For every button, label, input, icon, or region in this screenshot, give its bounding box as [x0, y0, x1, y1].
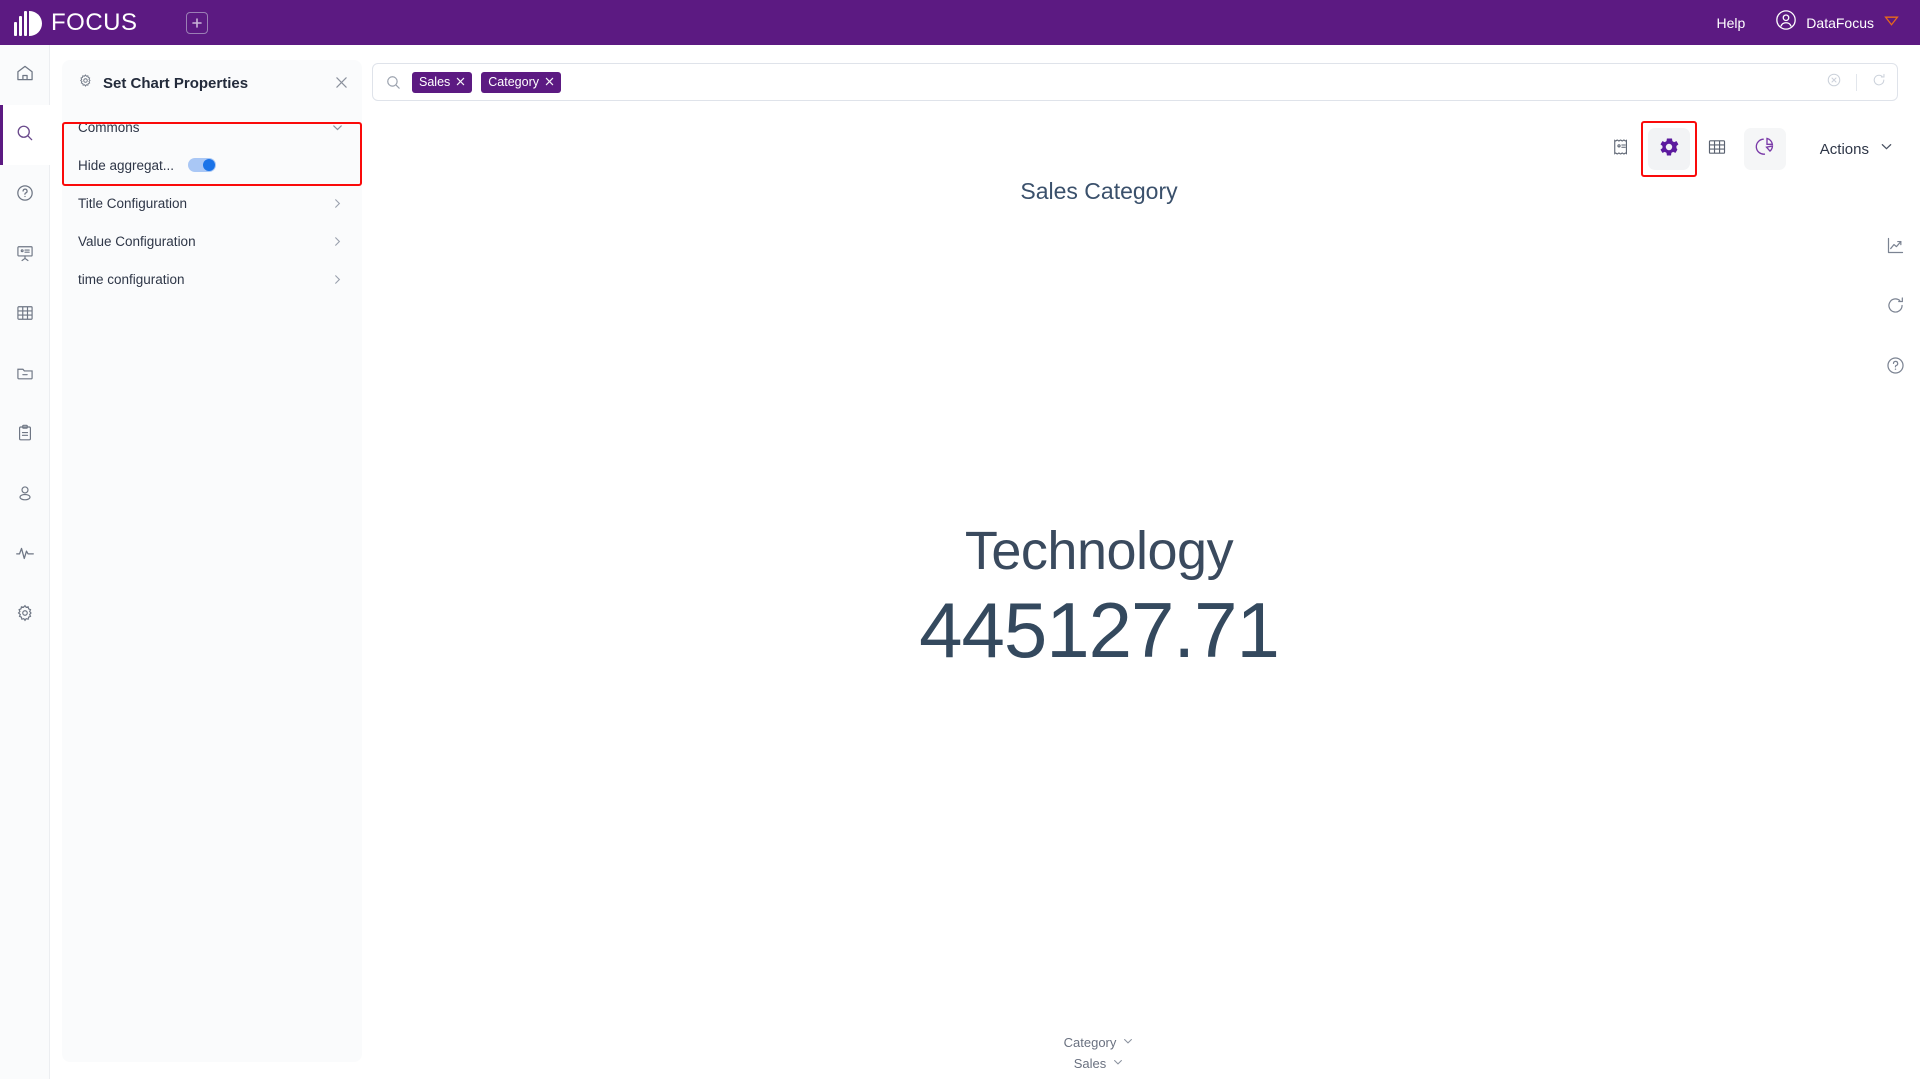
left-rail	[0, 45, 50, 1079]
user-circle-icon	[1775, 9, 1797, 36]
search-bar[interactable]: Sales Category	[372, 63, 1898, 101]
table-grid-icon	[15, 303, 35, 328]
legend-item-sales[interactable]: Sales	[1074, 1056, 1125, 1071]
clipboard-icon	[15, 423, 35, 448]
actions-button[interactable]: Actions	[1820, 139, 1894, 159]
search-chip-category[interactable]: Category	[481, 71, 562, 93]
search-chip-sales-label: Sales	[419, 75, 451, 89]
section-time-configuration-label: time configuration	[78, 271, 185, 287]
clear-circle-icon[interactable]	[1826, 72, 1842, 93]
sidebar-item-home[interactable]	[0, 45, 50, 105]
chart-toolbar: Actions	[1600, 121, 1898, 177]
chevron-right-icon	[331, 273, 344, 286]
section-title-configuration[interactable]: Title Configuration	[62, 184, 362, 222]
section-value-configuration[interactable]: Value Configuration	[62, 222, 362, 260]
close-icon[interactable]	[545, 75, 554, 89]
account-menu[interactable]: DataFocus	[1775, 9, 1900, 36]
sidebar-item-search[interactable]	[0, 105, 50, 165]
chevron-down-icon	[1879, 139, 1894, 159]
toggle-knob	[203, 159, 216, 171]
tool-table-button[interactable]	[1696, 128, 1738, 170]
section-value-configuration-label: Value Configuration	[78, 233, 196, 249]
properties-panel-body: Commons Hide aggregat... Title Configura…	[62, 106, 362, 298]
chevron-down-icon	[1112, 1056, 1124, 1071]
section-commons-label: Commons	[78, 119, 140, 135]
page-title: Set Chart Properties	[103, 74, 249, 92]
brand-logo[interactable]: FOCUS	[14, 9, 138, 37]
pie-chart-icon	[1753, 135, 1776, 163]
section-title-configuration-label: Title Configuration	[78, 195, 188, 211]
set-chart-properties-panel: Set Chart Properties Commons Hide aggreg…	[62, 60, 362, 1062]
folder-minus-icon	[15, 363, 35, 388]
question-circle-icon[interactable]	[1885, 355, 1906, 376]
tool-chart-type-button[interactable]	[1743, 128, 1786, 170]
tool-formula-button[interactable]	[1600, 128, 1642, 170]
sidebar-item-presentation[interactable]	[0, 225, 50, 285]
sidebar-item-settings[interactable]	[0, 585, 50, 645]
chevron-down-icon	[331, 121, 344, 134]
formula-icon	[1611, 137, 1631, 162]
gear-icon	[1657, 135, 1681, 164]
chevron-right-icon	[331, 197, 344, 210]
sidebar-item-monitor[interactable]	[0, 525, 50, 585]
search-icon	[385, 74, 402, 91]
help-link[interactable]: Help	[1717, 15, 1746, 31]
account-name: DataFocus	[1806, 14, 1874, 31]
top-bar: FOCUS Help DataFocus	[0, 0, 1920, 45]
trend-chart-icon[interactable]	[1885, 235, 1906, 256]
search-chips: Sales Category	[412, 71, 562, 93]
right-float-toolbar	[1885, 235, 1906, 376]
section-time-configuration[interactable]: time configuration	[62, 260, 362, 298]
close-icon[interactable]	[456, 75, 465, 89]
user-icon	[15, 483, 35, 508]
kpi-value: 445127.71	[919, 586, 1280, 675]
presentation-icon	[15, 243, 35, 268]
section-commons[interactable]: Commons	[62, 108, 362, 146]
legend-item-category-label: Category	[1063, 1035, 1117, 1050]
sidebar-item-user[interactable]	[0, 465, 50, 525]
chevron-down-icon	[1122, 1035, 1134, 1050]
refresh-icon[interactable]	[1871, 72, 1887, 93]
focus-logo-icon	[14, 10, 42, 36]
diamond-badge-icon	[1883, 12, 1900, 34]
plus-square-icon[interactable]	[185, 11, 208, 34]
home-icon	[15, 63, 35, 88]
search-chip-category-label: Category	[488, 75, 540, 89]
chart-title: Sales Category	[1020, 178, 1178, 204]
refresh-icon[interactable]	[1885, 295, 1906, 316]
legend-item-sales-label: Sales	[1073, 1056, 1107, 1071]
kpi-card: Technology 445127.71	[374, 520, 1824, 676]
search-bar-actions	[1826, 72, 1887, 93]
sidebar-item-help[interactable]	[0, 165, 50, 225]
search-chip-sales[interactable]: Sales	[412, 71, 473, 93]
brand-name: FOCUS	[51, 8, 138, 36]
gear-icon	[78, 73, 93, 93]
search-icon	[15, 123, 35, 148]
sidebar-item-table[interactable]	[0, 285, 50, 345]
close-icon[interactable]	[335, 75, 348, 92]
sidebar-item-clipboard[interactable]	[0, 405, 50, 465]
divider	[1856, 73, 1857, 91]
legend-item-category[interactable]: Category	[1064, 1035, 1135, 1050]
tool-settings-button[interactable]	[1647, 128, 1690, 170]
hide-aggregate-toggle[interactable]	[188, 158, 217, 172]
sidebar-item-folder[interactable]	[0, 345, 50, 405]
kpi-category-name: Technology	[964, 521, 1234, 581]
hide-aggregate-label: Hide aggregat...	[78, 157, 175, 173]
table-grid-icon	[1706, 136, 1728, 163]
tool-settings-wrapper	[1640, 121, 1697, 177]
bottom-legend: Category Sales	[374, 1035, 1824, 1071]
pulse-icon	[14, 542, 36, 569]
chevron-right-icon	[331, 235, 344, 248]
actions-label: Actions	[1819, 140, 1869, 158]
hide-aggregate-row: Hide aggregat...	[62, 146, 362, 184]
properties-panel-header: Set Chart Properties	[62, 60, 362, 106]
question-circle-icon	[15, 183, 35, 208]
topbar-right-group: Help DataFocus	[1717, 9, 1901, 36]
gear-icon	[15, 603, 35, 628]
